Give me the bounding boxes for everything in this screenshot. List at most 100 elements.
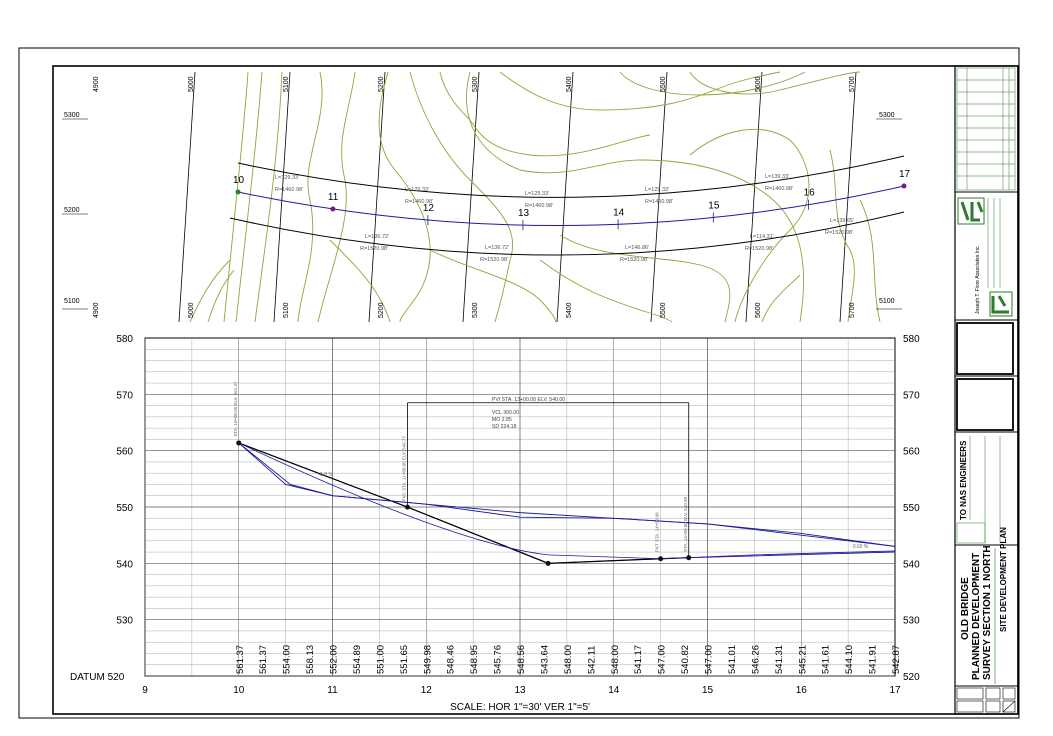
grid-label-top: 5300 bbox=[472, 76, 479, 92]
elevation-value: 548.00 bbox=[610, 645, 621, 674]
elevation-value: 546.26 bbox=[750, 645, 761, 674]
profile-view: 9 10 11 12 13 14 15 16 17 530 540 550 560 570 580 520 53… bbox=[70, 334, 920, 713]
station-elevation-note: PVT STA. 14+50.00 bbox=[655, 512, 660, 552]
elevation-value: 549.98 bbox=[422, 645, 433, 674]
station-elevation-note: STA. 10+00.00 ELV. 561.37 bbox=[233, 381, 238, 437]
project-line-1: OLD BRIDGE bbox=[960, 577, 971, 640]
arc-length-label: L=129.33' bbox=[645, 187, 669, 193]
station-label: 16 bbox=[804, 188, 816, 199]
grid-label-left: 5100 bbox=[64, 298, 80, 305]
elevation-value: 541.61 bbox=[821, 645, 832, 674]
pvi-label: PVI STA. 13+00.00 ELV. 540.00 bbox=[492, 397, 565, 403]
elevation-value: 545.21 bbox=[797, 645, 808, 674]
elevation-value: 541.31 bbox=[774, 645, 785, 674]
station-label: 10 bbox=[233, 175, 245, 186]
y-tick-label-right: 570 bbox=[903, 390, 920, 401]
grid-label-left: 5200 bbox=[64, 207, 80, 214]
elevation-value: 547.00 bbox=[704, 645, 715, 674]
elevation-value: 547.00 bbox=[657, 645, 668, 674]
radius-label: R=1520.98' bbox=[620, 257, 648, 263]
elevation-value: 551.00 bbox=[375, 645, 386, 674]
station-point bbox=[901, 183, 907, 189]
arc-length-label: L=129.33' bbox=[525, 191, 549, 197]
arc-length-label: L=146.86' bbox=[625, 245, 649, 251]
firm-logo bbox=[957, 197, 1013, 317]
station-label: 14 bbox=[613, 207, 625, 218]
x-tick-label: 11 bbox=[327, 685, 338, 696]
x-tick-label: 16 bbox=[796, 685, 808, 696]
radius-label: R=1460.98' bbox=[645, 199, 673, 205]
elevation-value: 548.00 bbox=[563, 645, 574, 674]
project-line-2: PLANNED DEVELOPMENT bbox=[971, 553, 982, 680]
profile-series-line bbox=[238, 442, 689, 564]
radius-label: R=1520.98' bbox=[745, 246, 773, 252]
radius-label: R=1520.98' bbox=[825, 230, 853, 236]
grid-label-bottom: 4900 bbox=[93, 302, 100, 318]
station-label: 17 bbox=[899, 169, 911, 180]
radius-label: R=1520.98' bbox=[360, 246, 388, 252]
elevation-value: 545.76 bbox=[493, 645, 504, 674]
y-tick-label-right: 580 bbox=[903, 334, 920, 345]
radius-label: R=1460.98' bbox=[765, 186, 793, 192]
grid-label-bottom: 5100 bbox=[283, 302, 290, 318]
grid-label-top: 5500 bbox=[660, 76, 667, 92]
pvi-label: MO 2.85 bbox=[492, 417, 512, 423]
arc-length-label: L=136.72' bbox=[485, 245, 509, 251]
profile-point bbox=[545, 560, 551, 566]
profile-point bbox=[236, 440, 242, 446]
slope-label: -5.8 % bbox=[318, 472, 333, 478]
y-tick-label-left: 550 bbox=[116, 503, 133, 514]
x-tick-label: 13 bbox=[514, 685, 526, 696]
elevation-value: 541.17 bbox=[633, 645, 644, 674]
x-tick-label: 9 bbox=[142, 685, 148, 696]
grid-label-right: 5300 bbox=[879, 112, 895, 119]
x-tick-label: 15 bbox=[702, 685, 714, 696]
firm-name: Joseph T. Fiore Associates Inc. bbox=[975, 245, 981, 314]
elevation-value: 558.13 bbox=[305, 645, 316, 674]
elevation-value: 543.64 bbox=[539, 645, 550, 674]
grid-label-top: 4900 bbox=[93, 76, 100, 92]
elevation-value: 551.65 bbox=[399, 645, 410, 674]
x-tick-label: 12 bbox=[421, 685, 433, 696]
x-tick-label: 10 bbox=[233, 685, 245, 696]
grid-label-bottom: 5700 bbox=[849, 302, 856, 318]
drawing-sheet: 10 11 12 13 14 15 16 17 L=129.33' L=129.33' L=129… bbox=[18, 47, 1020, 719]
plan-grid-line bbox=[273, 71, 291, 323]
grid-label-top: 5200 bbox=[378, 76, 385, 92]
plan-view: 101112 13 14151617 L=129.33'L=129.33'L=129… bbox=[62, 71, 911, 323]
y-tick-label-right: 530 bbox=[903, 616, 920, 627]
grid-label-bottom: 5600 bbox=[755, 302, 762, 318]
grid-label-top: 5600 bbox=[755, 76, 762, 92]
station-label: 13 bbox=[518, 208, 530, 219]
station-label: 15 bbox=[708, 201, 720, 212]
elevation-value: 554.00 bbox=[282, 645, 293, 674]
radius-label: R=1520.98' bbox=[480, 257, 508, 263]
x-axis-label: SCALE: HOR 1"=30' VER 1"=5' bbox=[450, 702, 590, 713]
radius-label: R=1460.98' bbox=[525, 203, 553, 209]
pvi-label: SD 224.18 bbox=[492, 424, 517, 430]
arc-length-label: L=129.33' bbox=[405, 187, 429, 193]
y-tick-label-right: 540 bbox=[903, 559, 920, 570]
station-elevation-note: STA. 14+80.00 ELV. 540.98 bbox=[683, 496, 688, 552]
station-label: 11 bbox=[328, 192, 339, 203]
arc-length-label: L=136.72' bbox=[365, 234, 389, 240]
elevation-value: 542.11 bbox=[586, 646, 597, 674]
datum-label: DATUM 520 bbox=[70, 672, 125, 683]
grid-label-bottom: 5500 bbox=[660, 302, 667, 318]
engineer-name: TO NAS ENGINEERS bbox=[959, 440, 968, 520]
grid-label-top: 5400 bbox=[566, 76, 573, 92]
y-tick-label-right: 560 bbox=[903, 447, 920, 458]
sheet-title: SITE DEVELOPMENT PLAN bbox=[999, 527, 1008, 632]
grid-label-top: 5700 bbox=[849, 76, 856, 92]
elevation-value: 561.37 bbox=[258, 645, 269, 674]
grid-label-top: 5100 bbox=[283, 76, 290, 92]
y-tick-label-right: 520 bbox=[903, 672, 920, 683]
elevation-value: 544.10 bbox=[844, 645, 855, 674]
elevation-value: 541.01 bbox=[727, 645, 738, 674]
station-elevation-note: PVC STA. 11+80.00 ELV. 549.77 bbox=[402, 436, 407, 502]
y-tick-label-left: 530 bbox=[116, 616, 133, 627]
grid-label-bottom: 5200 bbox=[378, 302, 385, 318]
elevation-value: 552.00 bbox=[329, 645, 340, 674]
plan-grid-line bbox=[178, 71, 196, 323]
elevation-value: 554.89 bbox=[352, 645, 363, 674]
